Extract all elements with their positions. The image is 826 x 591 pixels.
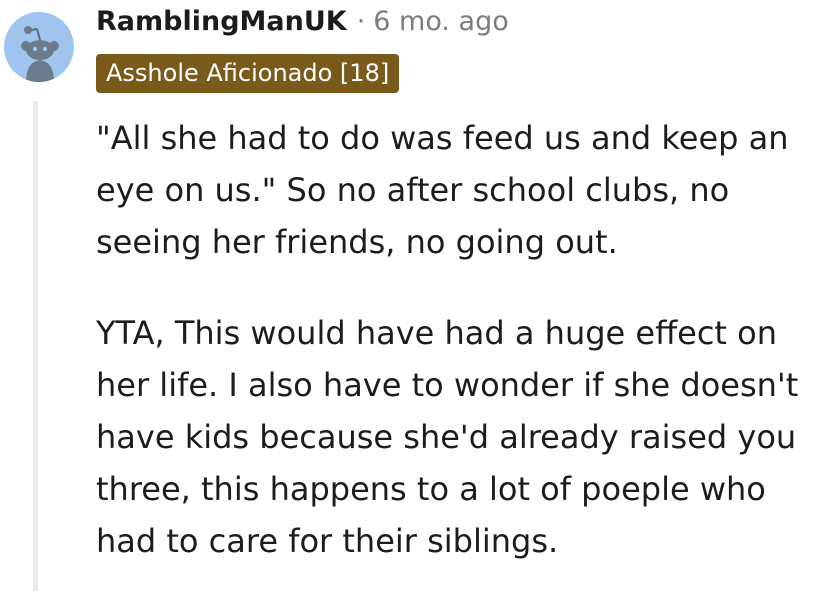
comment-header: RamblingManUK · 6 mo. ago	[96, 6, 509, 37]
snoo-avatar-icon	[21, 26, 59, 82]
username-link[interactable]: RamblingManUK	[96, 6, 347, 37]
comment-paragraph: YTA, This would have had a huge effect o…	[96, 314, 799, 560]
meta-separator: ·	[356, 6, 366, 37]
comment-paragraph: "All she had to do was feed us and keep …	[96, 119, 789, 261]
user-flair: Asshole Aficionado [18]	[96, 54, 400, 93]
thread-line[interactable]	[33, 101, 38, 591]
comment-body: "All she had to do was feed us and keep …	[96, 112, 806, 567]
avatar[interactable]	[4, 12, 74, 82]
comment-timestamp[interactable]: 6 mo. ago	[373, 6, 508, 37]
